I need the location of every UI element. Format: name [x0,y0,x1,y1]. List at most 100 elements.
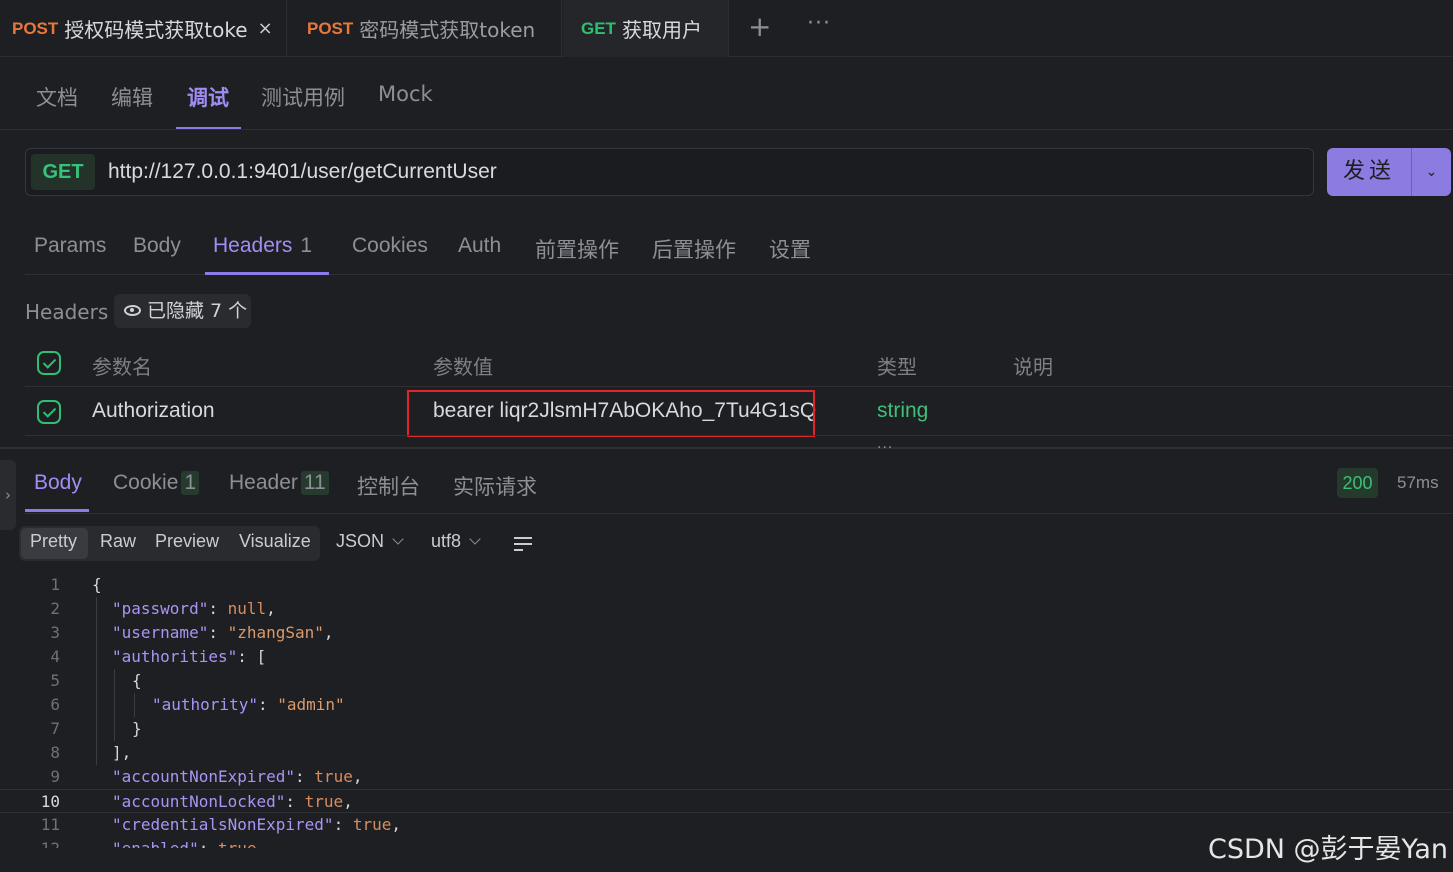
format-preview-button[interactable]: Preview [155,531,219,552]
column-header-description: 说明 [1013,355,1053,379]
json-key: "authorities" [112,647,238,666]
eye-icon [124,305,141,316]
tab-settings[interactable]: 设置 [769,234,811,264]
response-time: 57ms [1397,473,1439,492]
code-line: 8], [0,741,1453,765]
format-pretty-button[interactable]: Pretty [30,531,77,552]
tab-cookies[interactable]: Cookies [352,234,428,258]
encoding-value: utf8 [431,531,462,551]
panel-splitter[interactable] [0,447,1453,449]
request-tab-title: 授权码模式获取toke [64,18,248,42]
line-number: 5 [50,671,60,690]
json-key: "accountNonExpired" [112,767,296,786]
divider [25,386,1453,387]
tab-response-body[interactable]: Body [34,471,82,495]
tab-label: Cookie [113,471,179,494]
tab-auth[interactable]: Auth [458,234,501,258]
column-header-name: 参数名 [92,355,152,379]
code-text: "accountNonLocked": true, [112,792,353,811]
format-raw-button[interactable]: Raw [100,531,136,552]
count-badge: 11 [300,471,329,495]
line-number: 11 [40,815,60,834]
divider [0,129,1453,130]
tab-console[interactable]: 控制台 [357,471,420,501]
headers-label: Headers [25,300,109,324]
send-button[interactable]: 发送 [1327,148,1411,196]
request-tab-auth-code[interactable]: POST 授权码模式获取toke × [0,0,287,57]
line-number: 12 [20,837,60,848]
json-key: "password" [112,599,209,618]
tab-debug[interactable]: 调试 [187,82,229,112]
format-visualize-button[interactable]: Visualize [239,531,311,552]
tab-test-cases[interactable]: 测试用例 [261,82,345,112]
method-badge: GET [581,18,616,38]
language-select[interactable]: JSON [336,531,404,552]
divider [25,435,1453,436]
tab-mock[interactable]: Mock [378,82,433,106]
json-key: "enabled" [112,839,199,848]
code-text: "authority": "admin" [152,695,345,714]
tab-response-header[interactable]: Header 11 [229,471,329,495]
request-tab-password[interactable]: POST 密码模式获取token [288,0,562,57]
header-type-select[interactable]: string [877,399,928,423]
json-key: "credentialsNonExpired" [112,815,334,834]
url-input[interactable]: http://127.0.0.1:9401/user/getCurrentUse… [108,160,497,184]
line-number: 4 [50,647,60,666]
tab-post-operations[interactable]: 后置操作 [652,234,736,264]
wrap-lines-icon[interactable] [514,536,534,552]
code-line: 7} [0,717,1453,741]
column-header-type: 类型 [877,355,917,379]
code-line: 5{ [0,669,1453,693]
tab-body[interactable]: Body [133,234,181,258]
code-line: 10 "accountNonLocked": true, [0,789,1453,813]
tab-edit[interactable]: 编辑 [111,82,153,112]
expand-sidebar-chevron-icon[interactable]: › [0,460,16,530]
active-tab-indicator [205,272,329,275]
hidden-count-label: 已隐藏 7 个 [147,300,248,322]
more-icon[interactable]: ··· [807,11,831,36]
method-select[interactable]: GET [31,154,95,190]
chevron-down-icon [469,533,481,545]
code-line: 4 "authorities": [ [0,645,1453,669]
code-text: } [132,719,142,738]
request-tab-title: 密码模式获取token [359,18,536,42]
line-number: 7 [50,719,60,738]
tab-actual-request[interactable]: 实际请求 [453,471,537,501]
close-icon[interactable]: × [258,18,273,39]
code-text: "password": null, [112,599,276,618]
response-body-editor[interactable]: 1{2 "password": null, 3 "username": "zhangS… [0,573,1453,848]
tab-pre-operations[interactable]: 前置操作 [535,234,619,264]
json-value: true [352,815,392,834]
method-badge: POST [12,18,59,38]
tab-headers[interactable]: Headers 1 [213,234,312,258]
line-number: 2 [50,599,60,618]
code-line: 6 "authority": "admin" [0,693,1453,717]
request-tab-get-user[interactable]: GET 获取用户 [563,0,729,57]
tab-docs[interactable]: 文档 [36,82,78,112]
header-name-input[interactable]: Authorization [92,399,215,423]
code-text: "authorities": [ [112,647,267,666]
line-number: 3 [50,623,60,642]
line-number: 6 [50,695,60,714]
tab-response-cookie[interactable]: Cookie 1 [113,471,200,495]
send-dropdown-chevron-icon[interactable]: ⌄ [1411,148,1451,196]
method-badge: POST [307,18,354,38]
hidden-headers-toggle[interactable]: 已隐藏 7 个 [114,294,251,328]
code-line: 9 "accountNonExpired": true, [0,765,1453,789]
line-number: 10 [40,792,60,811]
status-badge: 200 [1337,468,1378,498]
select-all-checkbox[interactable] [37,351,61,375]
code-text: "credentialsNonExpired": true, [112,815,401,834]
code-text: "username": "zhangSan", [112,623,334,642]
plus-icon[interactable]: + [748,10,771,43]
encoding-select[interactable]: utf8 [431,531,481,552]
count-badge: 1 [300,234,313,257]
tab-params[interactable]: Params [34,234,106,258]
json-value: true [314,767,353,786]
drag-handle-icon[interactable]: ··· [877,440,893,456]
code-line: 2 "password": null, [0,597,1453,621]
watermark: CSDN @彭于晏Yan [1208,834,1448,865]
tab-label: Header [229,471,298,494]
json-value: null [227,599,267,618]
row-enabled-checkbox[interactable] [37,400,61,424]
